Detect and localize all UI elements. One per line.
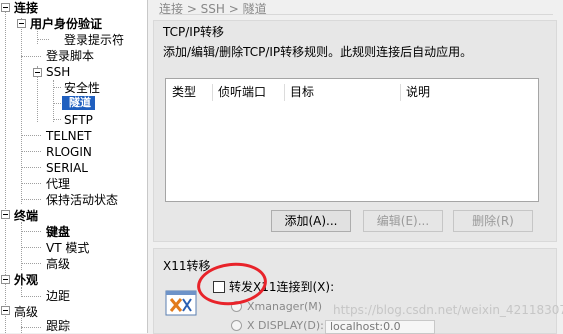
add-rule-button[interactable]: 添加(A)... — [271, 210, 351, 232]
column-description[interactable]: 说明 — [400, 79, 540, 105]
collapse-ssh-toggle[interactable] — [33, 68, 42, 77]
settings-panel: 连接 > SSH > 隧道 TCP/IP转移 添加/编辑/删除TCP/IP转移规… — [149, 0, 563, 334]
tree-item-appearance[interactable]: 外观 — [14, 272, 38, 288]
tree-item-user-auth[interactable]: 用户身份验证 — [30, 16, 102, 32]
tree-item-terminal[interactable]: 终端 — [14, 208, 38, 224]
collapse-terminal-toggle[interactable] — [1, 210, 10, 219]
tree-item-tunnel-selected[interactable]: 隧道 — [62, 96, 95, 110]
tree-item-margin[interactable]: 边距 — [46, 288, 70, 304]
xmanager-label: Xmanager(M) — [247, 300, 323, 313]
delete-rule-button[interactable]: 删除(R) — [453, 210, 533, 232]
tree-item-keep-alive[interactable]: 保持活动状态 — [46, 192, 118, 208]
collapse-connection-toggle[interactable] — [1, 3, 10, 12]
tree-item-keyboard[interactable]: 键盘 — [46, 224, 70, 240]
x11-forwarding-icon — [165, 290, 197, 316]
tree-item-vt-mode[interactable]: VT 模式 — [46, 240, 89, 256]
edit-rule-button[interactable]: 编辑(E)... — [363, 210, 443, 232]
collapse-appearance-toggle[interactable] — [1, 275, 10, 284]
breadcrumb-divider — [159, 14, 553, 15]
tree-item-proxy[interactable]: 代理 — [46, 176, 70, 192]
tree-item-login-prompt[interactable]: 登录提示符 — [64, 32, 124, 48]
tree-item-ssh[interactable]: SSH — [46, 64, 70, 80]
tcp-group-title: TCP/IP转移 — [163, 25, 225, 39]
forwarding-rules-table[interactable]: 类型 侦听端口 目标 说明 — [165, 78, 539, 202]
tree-item-telnet[interactable]: TELNET — [46, 128, 92, 144]
column-target[interactable]: 目标 — [284, 79, 400, 105]
x-display-label: X DISPLAY(D): — [247, 319, 324, 332]
tree-item-serial[interactable]: SERIAL — [46, 160, 88, 176]
tree-item-connection[interactable]: 连接 — [14, 0, 38, 16]
tree-item-advanced[interactable]: 高级 — [14, 304, 38, 320]
tunnel-label: 隧道 — [69, 96, 91, 109]
x-display-input[interactable]: localhost:0.0 — [325, 320, 435, 334]
x-display-radio[interactable] — [231, 320, 242, 331]
column-type[interactable]: 类型 — [166, 79, 212, 105]
tree-item-advanced-terminal[interactable]: 高级 — [46, 256, 70, 272]
tree-item-tracking[interactable]: 跟踪 — [46, 318, 70, 333]
watermark: https://blog.csdn.net/weixin_42118307 — [333, 303, 563, 317]
x11-group-title: X11转移 — [163, 259, 211, 273]
column-listen-port[interactable]: 侦听端口 — [212, 79, 284, 105]
tree-item-rlogin[interactable]: RLOGIN — [46, 144, 92, 160]
tree-item-login-script[interactable]: 登录脚本 — [46, 48, 94, 64]
collapse-advanced-toggle[interactable] — [1, 306, 10, 315]
collapse-user-auth-toggle[interactable] — [17, 19, 26, 28]
settings-tree: 连接 用户身份验证 登录提示符 登录脚本 SSH 安全性 隧道 SFTP TEL… — [0, 0, 148, 333]
tree-item-security[interactable]: 安全性 — [64, 80, 100, 96]
tcp-description: 添加/编辑/删除TCP/IP转移规则。此规则连接后自动应用。 — [163, 45, 473, 59]
tree-item-sftp[interactable]: SFTP — [64, 112, 93, 128]
